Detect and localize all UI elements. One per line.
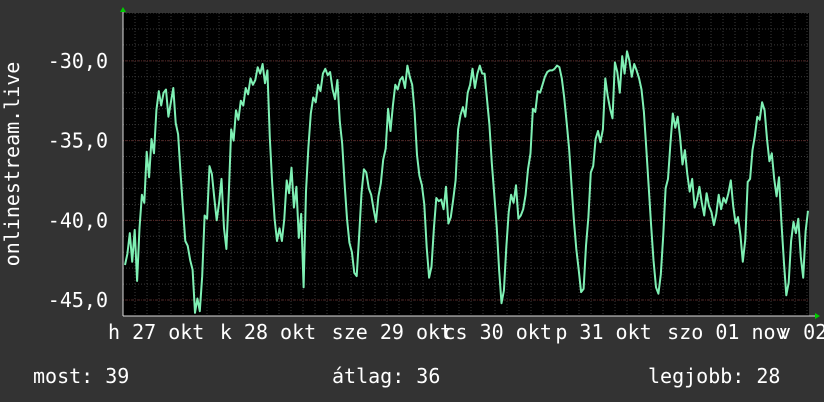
y-ticks: -45,0 -40,0 -35,0 -30,0	[48, 49, 108, 312]
x-tick-label: sze 29 okt	[332, 320, 452, 344]
chart: -45,0 -40,0 -35,0 -30,0 h 27 okt k 28 okt sze…	[0, 7, 824, 344]
plot-area	[123, 13, 809, 316]
x-tick-label: k 28 okt	[220, 320, 316, 344]
x-tick-label: h 27 okt	[108, 320, 204, 344]
y-tick-label: -45,0	[48, 288, 108, 312]
x-tick-label: szo 01 nov	[667, 320, 787, 344]
current-value: most: 39	[33, 364, 130, 388]
x-tick-label: v 02 nov	[779, 320, 824, 344]
y-axis-title: onlinestream.live	[0, 62, 24, 267]
y-tick-label: -30,0	[48, 49, 108, 73]
x-axis-arrow	[815, 313, 820, 319]
x-tick-label: p 31 okt	[555, 320, 651, 344]
x-ticks: h 27 okt k 28 okt sze 29 oktcs 30 okt p 31 …	[108, 320, 824, 344]
best-value: legjobb: 28	[648, 364, 781, 388]
y-tick-label: -35,0	[48, 129, 108, 153]
y-tick-label: -40,0	[48, 208, 108, 232]
y-axis-arrow	[120, 7, 126, 12]
x-tick-label: cs 30 okt	[444, 320, 552, 344]
average-value: átlag: 36	[332, 364, 441, 388]
